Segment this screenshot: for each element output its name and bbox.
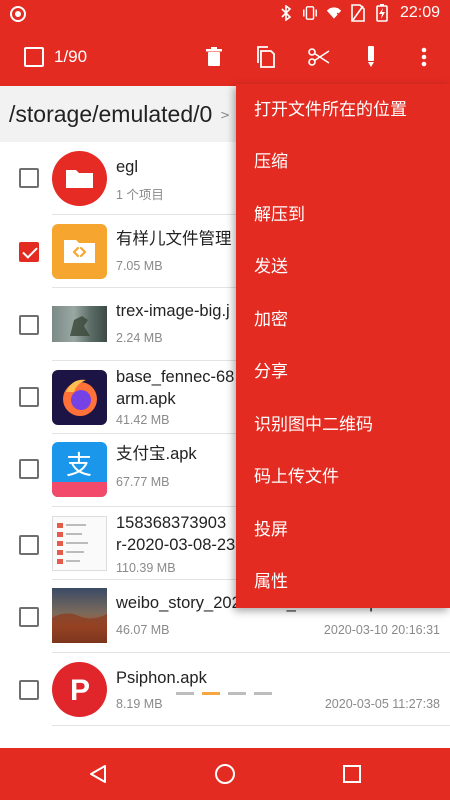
video-thumb: [52, 588, 107, 643]
menu-item-compress[interactable]: 压缩: [236, 136, 450, 188]
wifi-icon: [326, 4, 342, 22]
overflow-menu: 打开文件所在的位置 压缩 解压到 发送 加密 分享 识别图中二维码 码上传文件 …: [236, 84, 450, 608]
file-meta: 67.77 MB: [116, 475, 170, 489]
delete-icon[interactable]: [199, 42, 229, 72]
item-checkbox[interactable]: [19, 607, 39, 627]
menu-item-encrypt[interactable]: 加密: [236, 294, 450, 346]
file-meta: 7.05 MB: [116, 259, 163, 273]
recents-icon[interactable]: [340, 762, 364, 786]
item-checkbox[interactable]: [19, 168, 39, 188]
folder-icon: [52, 151, 107, 206]
file-name: Psiphon.apk: [116, 669, 207, 687]
firefox-icon: [52, 370, 107, 425]
item-checkbox[interactable]: [19, 315, 39, 335]
file-date: 2020-03-05 11:27:38: [324, 697, 440, 711]
file-meta: 110.39 MB: [116, 561, 176, 575]
page-dot-active: [202, 692, 220, 695]
record-icon: [10, 6, 26, 22]
file-meta: 41.42 MB: [116, 413, 170, 427]
item-checkbox[interactable]: [19, 459, 39, 479]
status-bar: 22:09: [0, 0, 450, 28]
psiphon-icon: P: [52, 662, 107, 717]
menu-item-share[interactable]: 分享: [236, 346, 450, 398]
screenshot-thumb: [52, 516, 107, 571]
selection-count: 1/90: [54, 47, 88, 66]
vibrate-icon: [302, 4, 318, 22]
copy-icon[interactable]: [251, 42, 281, 72]
page-dot: [228, 692, 246, 695]
battery-charging-icon: [374, 4, 390, 22]
more-icon[interactable]: [409, 42, 439, 72]
path-separator: >: [220, 108, 231, 122]
file-name: 158368373903: [116, 514, 227, 532]
page-dot: [254, 692, 272, 695]
svg-text:支: 支: [66, 451, 92, 481]
item-checkbox[interactable]: [19, 535, 39, 555]
clock: 22:09: [399, 4, 440, 21]
file-meta: 46.07 MB: [116, 623, 170, 637]
list-item[interactable]: P Psiphon.apk 8.19 MB 2020-03-05 11:27:3…: [0, 653, 450, 726]
item-checkbox[interactable]: [19, 242, 39, 262]
back-icon[interactable]: [86, 762, 110, 786]
item-checkbox[interactable]: [19, 680, 39, 700]
file-name: 支付宝.apk: [116, 445, 197, 463]
divider: [52, 725, 450, 726]
bluetooth-icon: [278, 4, 294, 22]
menu-item-upload[interactable]: 码上传文件: [236, 451, 450, 503]
item-checkbox[interactable]: [19, 387, 39, 407]
file-name: trex-image-big.j: [116, 302, 230, 320]
alipay-icon: 支: [52, 442, 107, 497]
file-meta: 2.24 MB: [116, 331, 163, 345]
svg-text:P: P: [70, 674, 90, 707]
no-sim-icon: [350, 4, 366, 22]
file-name-line2: r-2020-03-08-23: [116, 536, 236, 554]
file-meta: 1 个项目: [116, 188, 164, 202]
cut-icon[interactable]: [304, 42, 334, 72]
status-icons: 22:09: [278, 4, 440, 22]
page-dot: [176, 692, 194, 695]
image-thumb: [52, 306, 107, 342]
menu-item-open-location[interactable]: 打开文件所在的位置: [236, 84, 450, 136]
file-date: 2020-03-10 20:16:31: [323, 623, 440, 637]
menu-item-send[interactable]: 发送: [236, 241, 450, 293]
rename-icon[interactable]: [356, 42, 386, 72]
menu-item-extract-to[interactable]: 解压到: [236, 189, 450, 241]
file-name: 有样儿文件管理: [116, 230, 232, 248]
home-icon[interactable]: [213, 762, 237, 786]
page-indicator: [176, 692, 272, 695]
app-folder-icon: [52, 224, 107, 279]
select-all-checkbox[interactable]: [24, 47, 44, 67]
file-name: egl: [116, 158, 139, 176]
menu-item-properties[interactable]: 属性: [236, 556, 450, 608]
file-name-line2: arm.apk: [116, 390, 176, 408]
file-meta: 8.19 MB: [116, 697, 163, 711]
navigation-bar: [0, 748, 450, 800]
menu-item-scan-qr[interactable]: 识别图中二维码: [236, 399, 450, 451]
menu-item-cast[interactable]: 投屏: [236, 504, 450, 556]
action-bar: 1/90: [0, 28, 450, 86]
current-path[interactable]: /storage/emulated/0: [9, 101, 212, 128]
file-name: base_fennec-68: [116, 368, 235, 386]
